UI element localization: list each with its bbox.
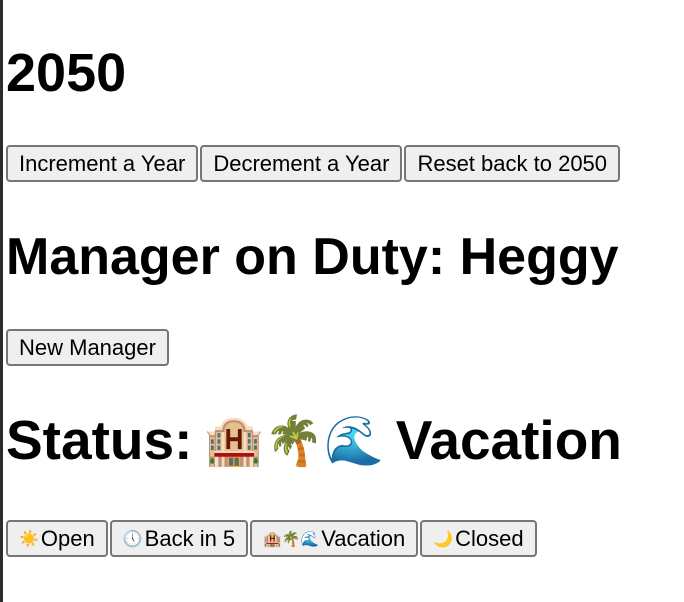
decrement-year-button[interactable]: Decrement a Year bbox=[200, 145, 403, 182]
vacation-status-icons: 🏨🌴🌊 bbox=[204, 412, 384, 469]
status-back-in-5-label: Back in 5 bbox=[144, 525, 236, 551]
status-heading: Status: 🏨🌴🌊 Vacation bbox=[6, 413, 622, 468]
status-heading-prefix: Status: bbox=[6, 409, 193, 471]
status-vacation-label: Vacation bbox=[321, 525, 406, 551]
year-controls: Increment a Year Decrement a Year Reset … bbox=[6, 145, 621, 182]
status-open-label: Open bbox=[40, 525, 95, 551]
status-closed-button[interactable]: 🌙 Closed bbox=[420, 520, 537, 557]
status-controls: ☀️ Open 🕔 Back in 5 🏨🌴🌊 Vacation 🌙 Close… bbox=[6, 520, 537, 557]
moon-icon: 🌙 bbox=[433, 529, 454, 548]
new-manager-button[interactable]: New Manager bbox=[6, 329, 169, 366]
sun-icon: ☀️ bbox=[19, 529, 39, 548]
reset-year-button[interactable]: Reset back to 2050 bbox=[404, 145, 621, 182]
status-vacation-button[interactable]: 🏨🌴🌊 Vacation bbox=[250, 520, 419, 557]
status-open-button[interactable]: ☀️ Open bbox=[6, 520, 108, 557]
status-current-label: Vacation bbox=[395, 409, 622, 471]
manager-name: Heggy bbox=[459, 228, 619, 286]
manager-heading: Manager on Duty: Heggy bbox=[6, 231, 619, 283]
status-closed-label: Closed bbox=[455, 525, 524, 551]
increment-year-button[interactable]: Increment a Year bbox=[6, 145, 199, 182]
year-heading: 2050 bbox=[6, 43, 127, 103]
clock-icon: 🕔 bbox=[122, 529, 143, 548]
manager-controls: New Manager bbox=[6, 329, 169, 366]
manager-heading-prefix: Manager on Duty: bbox=[6, 228, 446, 286]
status-back-in-5-button[interactable]: 🕔 Back in 5 bbox=[109, 520, 249, 557]
window-edge bbox=[0, 0, 3, 602]
vacation-icon: 🏨🌴🌊 bbox=[263, 529, 320, 548]
